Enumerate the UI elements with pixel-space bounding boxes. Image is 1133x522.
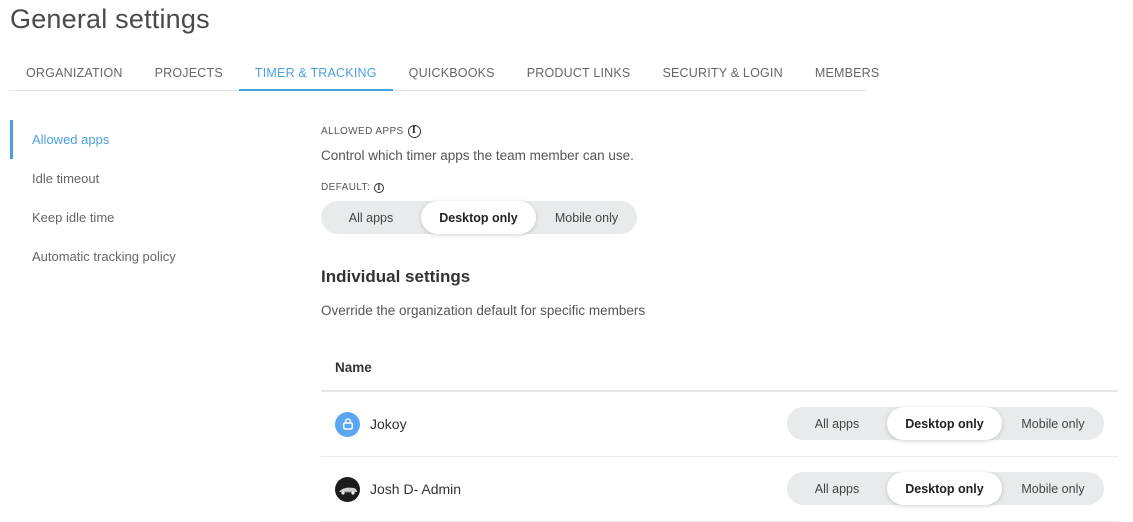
sidebar-item-keep-idle-time[interactable]: Keep idle time [10,198,250,237]
info-icon[interactable]: i [407,125,421,138]
car-photo-avatar [335,476,360,502]
tab-projects[interactable]: PROJECTS [139,56,239,91]
allowed-apps-label-text: ALLOWED APPS [321,126,404,137]
tab-product-links[interactable]: PRODUCT LINKS [511,56,647,91]
allowed-apps-description: Control which timer apps the team member… [321,148,634,163]
sidebar-item-automatic-tracking-policy[interactable]: Automatic tracking policy [10,237,250,276]
table-row: Jokoy All apps Desktop only Mobile only [321,392,1118,457]
member-name: Josh D- Admin [370,481,462,497]
sidebar-item-allowed-apps[interactable]: Allowed apps [10,120,250,159]
default-option-desktop-only[interactable]: Desktop only [421,201,536,234]
table-row: Josh D- Admin All apps Desktop only Mobi… [321,457,1118,522]
default-label-text: DEFAULT: [321,182,371,193]
info-icon[interactable]: i [374,182,385,193]
member-app-selector: All apps Desktop only Mobile only [787,407,1104,440]
default-label: DEFAULT: i [321,182,385,193]
person-icon-glyph [342,418,353,430]
column-header-name: Name [321,345,1118,392]
page-title: General settings [10,4,210,34]
tab-security-login[interactable]: SECURITY & LOGIN [646,56,798,91]
member-option-mobile-only[interactable]: Mobile only [1002,472,1104,505]
tab-organization[interactable]: ORGANIZATION [10,56,139,91]
individual-settings-title: Individual settings [321,267,471,286]
member-option-desktop-only[interactable]: Desktop only [887,472,1002,505]
member-option-desktop-only[interactable]: Desktop only [887,407,1002,440]
default-option-mobile-only[interactable]: Mobile only [536,201,637,234]
sidebar-nav: Allowed apps Idle timeout Keep idle time… [10,120,250,276]
default-option-all-apps[interactable]: All apps [321,201,421,234]
member-option-all-apps[interactable]: All apps [787,407,887,440]
allowed-apps-label: ALLOWED APPS i [321,125,421,138]
members-table: Name Jokoy All apps Desktop only Mobile … [321,345,1118,522]
sidebar-item-idle-timeout[interactable]: Idle timeout [10,159,250,198]
member-option-all-apps[interactable]: All apps [787,472,887,505]
individual-settings-description: Override the organization default for sp… [321,303,646,318]
tab-members[interactable]: MEMBERS [799,56,896,91]
default-app-selector: All apps Desktop only Mobile only [321,201,637,234]
tab-timer-tracking[interactable]: TIMER & TRACKING [238,56,393,91]
member-name: Jokoy [370,416,407,432]
member-option-mobile-only[interactable]: Mobile only [1002,407,1104,440]
tab-quickbooks[interactable]: QUICKBOOKS [393,56,511,91]
settings-tabs: ORGANIZATION PROJECTS TIMER & TRACKING Q… [10,56,879,91]
member-app-selector: All apps Desktop only Mobile only [787,472,1104,505]
car-photo-avatar-glyph [339,487,357,495]
person-icon [335,411,360,437]
